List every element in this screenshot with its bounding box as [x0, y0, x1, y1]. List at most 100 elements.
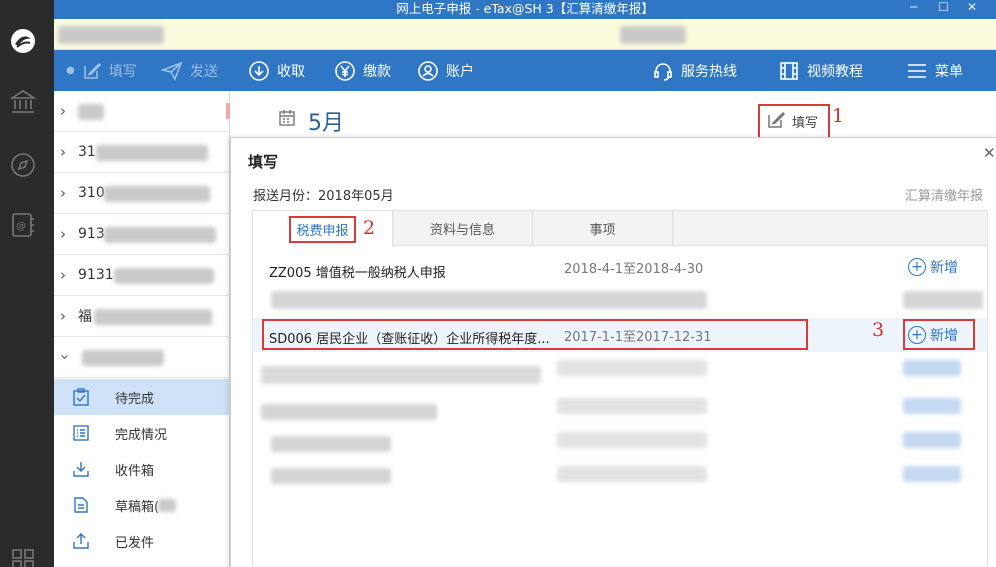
tree-company-row[interactable]: › 福: [54, 296, 230, 337]
tab-info[interactable]: 资料与信息: [393, 211, 533, 246]
redacted-block: [58, 26, 164, 44]
tax-bureau-icon[interactable]: [9, 88, 37, 116]
chevron-right-icon: ›: [60, 307, 66, 325]
dialog-title: 填写: [248, 153, 279, 171]
tree-item-label: 待完成: [115, 391, 155, 407]
send-icon: [161, 61, 183, 81]
tree-item-completion[interactable]: 完成情况: [54, 415, 230, 451]
redacted-block: [903, 291, 983, 309]
notice-bar: [54, 19, 996, 50]
redacted-block: [903, 466, 961, 482]
annotation-number: 3: [872, 319, 885, 341]
declaration-code: ZZ005 增值税一般纳税人申报: [269, 266, 446, 281]
toolbar-account-button[interactable]: 账户: [417, 50, 474, 91]
hamburger-icon: [906, 62, 928, 80]
toolbar-fill-label: 填写: [108, 63, 137, 80]
highlight-box: [262, 319, 808, 350]
tree-company-row[interactable]: › 31: [54, 132, 230, 173]
tree-item-label: 完成情况: [115, 427, 168, 443]
company-label: 9131: [78, 267, 114, 283]
company-label: 913: [78, 226, 105, 242]
title-bar: 网上电子申报 - eTax@SH 3【汇算清缴年报】 ─ ☐ ✕: [54, 0, 996, 19]
tab-label: 事项: [589, 223, 616, 238]
month-title: 5月: [308, 111, 344, 136]
menu-button[interactable]: 菜单: [906, 50, 963, 91]
toolbar-pay-button[interactable]: 缴款: [334, 50, 391, 91]
tree-item-drafts[interactable]: 草稿箱(: [54, 487, 230, 523]
tab-label: 税费申报: [289, 215, 356, 243]
redacted-block: [158, 499, 176, 512]
left-rail: @: [0, 0, 54, 567]
redacted-block: [104, 227, 216, 243]
tab-matters[interactable]: 事项: [533, 211, 673, 246]
toolbar-fill-button[interactable]: ● 填写: [66, 50, 137, 91]
fill-button-label: 填写: [792, 116, 819, 131]
fill-dialog: 填写 ✕ 报送月份：2018年05月 汇算清缴年报 税费申报 资料与信息 事项 …: [230, 137, 996, 567]
tree-company-row[interactable]: ›: [54, 91, 256, 132]
add-button-label: 新增: [930, 260, 958, 276]
company-label: 31: [78, 144, 96, 160]
calendar-icon: [278, 109, 296, 131]
redacted-block: [271, 468, 391, 484]
redacted-block: [903, 398, 961, 414]
tree-company-row[interactable]: › 310: [54, 173, 230, 214]
redacted-block: [96, 145, 208, 161]
toolbar-receive-button[interactable]: 收取: [248, 50, 305, 91]
video-tutorial-label: 视频教程: [807, 63, 863, 80]
list-icon: [72, 424, 90, 446]
chevron-right-icon: ›: [60, 143, 66, 161]
toolbar-send-button[interactable]: 发送: [161, 50, 218, 91]
film-icon: [778, 60, 800, 82]
service-hotline-button[interactable]: 服务热线: [652, 50, 737, 91]
company-label: 310: [78, 185, 105, 201]
minimize-icon[interactable]: ─: [910, 0, 917, 15]
toolbar: ● 填写 发送 收取 缴款 账户 服务热线 视频教程 菜单: [54, 50, 996, 91]
compass-icon[interactable]: [9, 151, 37, 179]
chevron-right-icon: ›: [60, 102, 66, 120]
redacted-block: [903, 432, 961, 448]
chevron-right-icon: ›: [60, 184, 66, 202]
report-month-label: 报送月份：: [253, 189, 319, 204]
chevron-down-icon: ›: [56, 354, 74, 360]
edit-icon: [82, 61, 102, 81]
tree-item-sent[interactable]: 已发件: [54, 523, 230, 559]
main-header: 5月 填写 1: [230, 91, 996, 139]
close-window-icon[interactable]: ✕: [967, 0, 977, 15]
redacted-block: [903, 360, 961, 376]
redacted-block: [104, 186, 210, 202]
close-icon[interactable]: ✕: [983, 144, 996, 162]
tree-company-row[interactable]: › 913: [54, 214, 230, 255]
inbox-icon: [72, 460, 90, 482]
annotation-number: 2: [363, 217, 376, 239]
window-title: 网上电子申报 - eTax@SH 3【汇算清缴年报】: [396, 1, 654, 16]
tree-item-label: 草稿箱(: [115, 499, 160, 515]
annotation-number: 1: [832, 105, 845, 127]
report-month: 报送月份：2018年05月: [253, 185, 394, 204]
list-item[interactable]: ZZ005 增值税一般纳税人申报 2018-4-1至2018-4-30 + 新增: [253, 253, 987, 287]
fill-button[interactable]: 填写: [758, 104, 830, 139]
tree-company-row-expanded[interactable]: ›: [54, 337, 230, 378]
svg-text:@: @: [16, 221, 26, 232]
redacted-block: [261, 404, 437, 420]
grid-icon[interactable]: [9, 545, 37, 567]
add-button[interactable]: + 新增: [908, 257, 958, 277]
report-kind: 汇算清缴年报: [905, 189, 984, 204]
tree-company-row[interactable]: › 9131: [54, 255, 230, 296]
yen-icon: [334, 60, 356, 82]
video-tutorial-button[interactable]: 视频教程: [778, 50, 863, 91]
maximize-icon[interactable]: ☐: [938, 0, 949, 15]
plus-icon: +: [908, 258, 926, 276]
redacted-block: [557, 398, 707, 414]
redacted-block: [271, 291, 707, 309]
tree-item-label: 收件箱: [115, 463, 155, 479]
tree-item-inbox[interactable]: 收件箱: [54, 451, 230, 487]
toolbar-send-label: 发送: [190, 63, 218, 80]
contacts-icon[interactable]: @: [9, 211, 37, 239]
company-tree: › › 31 › 310 › 913 › 9131 › 福 › 待完成 完成情况…: [54, 91, 256, 567]
edit-icon: [766, 110, 786, 134]
tree-item-pending[interactable]: 待完成: [54, 379, 230, 415]
dialog-tabs: 税费申报 资料与信息 事项 2: [252, 210, 988, 247]
toolbar-receive-label: 收取: [277, 63, 305, 80]
logo-icon[interactable]: [9, 27, 37, 55]
redacted-block: [261, 366, 541, 384]
